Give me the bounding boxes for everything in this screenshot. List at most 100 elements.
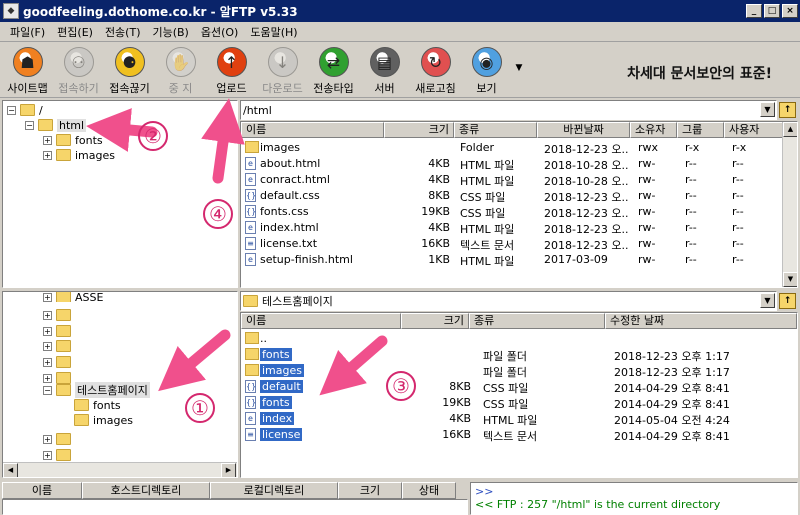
remote-parent-folder-button[interactable]: ↑ [779,102,796,118]
tree-item[interactable]: + [43,323,75,339]
table-row[interactable]: images Folder 2018-12-23 오.. rwx r-x r-x [241,140,781,156]
scroll-right-button[interactable]: ▶ [221,463,236,477]
css-file-icon: {} [245,205,257,218]
table-row[interactable]: e index 4KB HTML 파일 2014-05-04 오전 4:24 [241,411,797,427]
expand-icon[interactable]: + [43,292,52,302]
col-name[interactable]: 이름 [241,122,384,138]
remote-file-list[interactable]: 이름 크기 종류 바뀐날짜 소유자 그룹 사용자 images Folder 201… [240,121,798,288]
table-row[interactable]: e index.html 4KB HTML 파일 2018-12-23 오.. rw-r-… [241,220,781,236]
remote-tree[interactable]: − / − html + fonts + images [2,100,238,288]
expand-icon[interactable]: + [43,150,52,160]
col-type[interactable]: 종류 [469,313,605,329]
table-row[interactable]: {} default.css 8KB CSS 파일 2018-12-23 오.. rw-r… [241,188,781,204]
menu-function[interactable]: 기능(B) [146,24,194,40]
local-tree[interactable]: + ASSE + + + + + − 테스트홈페이지 fonts images … [2,291,238,478]
queue-col-local-dir[interactable]: 로컬디렉토리 [210,482,338,499]
toolbar-button-disconnect[interactable]: ⚈ 접속끊기 [104,43,155,96]
toolbar-button-transfer-type[interactable]: ⇄ 전송타입 [308,43,359,96]
chevron-down-icon[interactable]: ▼ [512,43,526,73]
cell: CSS 파일 [460,191,506,204]
scroll-down-button[interactable]: ▼ [783,272,797,287]
maximize-button[interactable]: □ [764,4,780,18]
toolbar-button-connect[interactable]: ⚇ 접속하기 [53,43,104,96]
toolbar-button-refresh[interactable]: ↻ 새로고침 [410,43,461,96]
table-row[interactable]: images 파일 폴더 2018-12-23 오후 1:17 [241,363,797,379]
tree-root[interactable]: − / [7,102,43,118]
table-row[interactable]: .. [241,331,797,347]
table-row[interactable]: ≡ license.txt 16KB 텍스트 문서 2018-12-23 오.. rw-r… [241,236,781,252]
remote-path-input[interactable]: /html [240,100,777,120]
col-type[interactable]: 종류 [454,122,537,138]
table-row[interactable]: {} default 8KB CSS 파일 2014-04-29 오후 8:41 [241,379,797,395]
transfer-queue-list[interactable] [2,499,468,515]
expand-icon[interactable]: + [43,434,52,444]
col-group[interactable]: 그룹 [677,122,724,138]
expand-icon[interactable]: + [43,310,52,320]
menu-file[interactable]: 파일(F) [4,24,51,40]
tree-item-partial[interactable]: + ASSE [43,292,103,302]
collapse-icon[interactable]: − [25,120,34,130]
remote-path-dropdown[interactable]: ▼ [760,102,775,117]
queue-col-host-dir[interactable]: 호스트디렉토리 [82,482,210,499]
expand-icon[interactable]: + [43,135,52,145]
collapse-icon[interactable]: − [43,385,52,395]
tree-item[interactable]: + [43,354,75,370]
local-path-dropdown[interactable]: ▼ [760,293,775,308]
tree-item[interactable]: + [43,447,75,463]
scroll-up-button[interactable]: ▲ [783,122,797,137]
expand-icon[interactable]: + [43,357,52,367]
tree-item[interactable]: + [43,307,75,323]
window-title: goodfeeling.dothome.co.kr - 알FTP v5.33 [23,4,298,19]
table-row[interactable]: ≡ license 16KB 텍스트 문서 2014-04-29 오후 8:41 [241,427,797,443]
toolbar-button-server[interactable]: ▤ 서버 [359,43,410,96]
table-row[interactable]: {} fonts 19KB CSS 파일 2014-04-29 오후 8:41 [241,395,797,411]
menu-transfer[interactable]: 전송(T) [99,24,147,40]
tree-item-html[interactable]: − html [25,117,87,133]
menu-edit[interactable]: 편집(E) [51,24,99,40]
toolbar-button-site-map[interactable]: ☗ 사이트맵 [2,43,53,96]
local-path-input[interactable]: 테스트홈페이지 [240,291,777,311]
queue-col-status[interactable]: 상태 [402,482,456,499]
col-size[interactable]: 크기 [401,313,469,329]
tree-item-label: fonts [75,133,103,147]
folder-icon [245,348,259,360]
col-name[interactable]: 이름 [241,313,401,329]
queue-col-size[interactable]: 크기 [338,482,402,499]
toolbar-button-download[interactable]: ↓ 다운로드 [257,43,308,96]
tree-item-fonts[interactable]: fonts [74,397,121,413]
tree-item-images[interactable]: images [74,412,133,428]
local-parent-folder-button[interactable]: ↑ [779,293,796,309]
tree-item[interactable]: + [43,431,75,447]
collapse-icon[interactable]: − [7,105,16,115]
tree-item-images[interactable]: + images [43,147,115,163]
col-modified-date[interactable]: 수정한 날짜 [605,313,797,329]
tree-item[interactable]: + [43,338,75,354]
table-row[interactable]: e conract.html 4KB HTML 파일 2018-10-28 오.. rw-… [241,172,781,188]
toolbar-button-stop[interactable]: ✋ 중 지 [155,43,206,96]
col-owner[interactable]: 소유자 [630,122,677,138]
expand-icon[interactable]: + [43,450,52,460]
toolbar-button-upload[interactable]: ↑ 업로드 [206,43,257,96]
minimize-button[interactable]: _ [746,4,762,18]
scroll-left-button[interactable]: ◀ [3,463,18,477]
remote-vertical-scrollbar[interactable]: ▲ ▼ [782,122,797,287]
tree-item-fonts[interactable]: + fonts [43,132,103,148]
local-tree-horizontal-scrollbar[interactable]: ◀ ▶ [3,462,237,477]
table-row[interactable]: fonts 파일 폴더 2018-12-23 오후 1:17 [241,347,797,363]
menu-help[interactable]: 도움말(H) [244,24,303,40]
menu-options[interactable]: 옵션(O) [195,24,244,40]
table-row[interactable]: {} fonts.css 19KB CSS 파일 2018-12-23 오.. rw-r-… [241,204,781,220]
table-row[interactable]: e about.html 4KB HTML 파일 2018-10-28 오.. rw-r-… [241,156,781,172]
toolbar-button-view[interactable]: ◉ 보기 [461,43,512,96]
tree-item-test-homepage[interactable]: − 테스트홈페이지 [43,382,150,398]
local-file-list[interactable]: 이름 크기 종류 수정한 날짜 .. fonts 파일 폴더 2018-12-23 오… [240,312,798,478]
col-size[interactable]: 크기 [384,122,454,138]
expand-icon[interactable]: + [43,341,52,351]
queue-col-name[interactable]: 이름 [2,482,82,499]
remote-path-text: /html [243,103,272,117]
expand-icon[interactable]: + [43,326,52,336]
table-row[interactable]: e setup-finish.html 1KB HTML 파일 2017-03-09 rw… [241,252,781,268]
col-user[interactable]: 사용자 [724,122,783,138]
col-date[interactable]: 바뀐날짜 [537,122,630,138]
close-button[interactable]: × [782,4,798,18]
